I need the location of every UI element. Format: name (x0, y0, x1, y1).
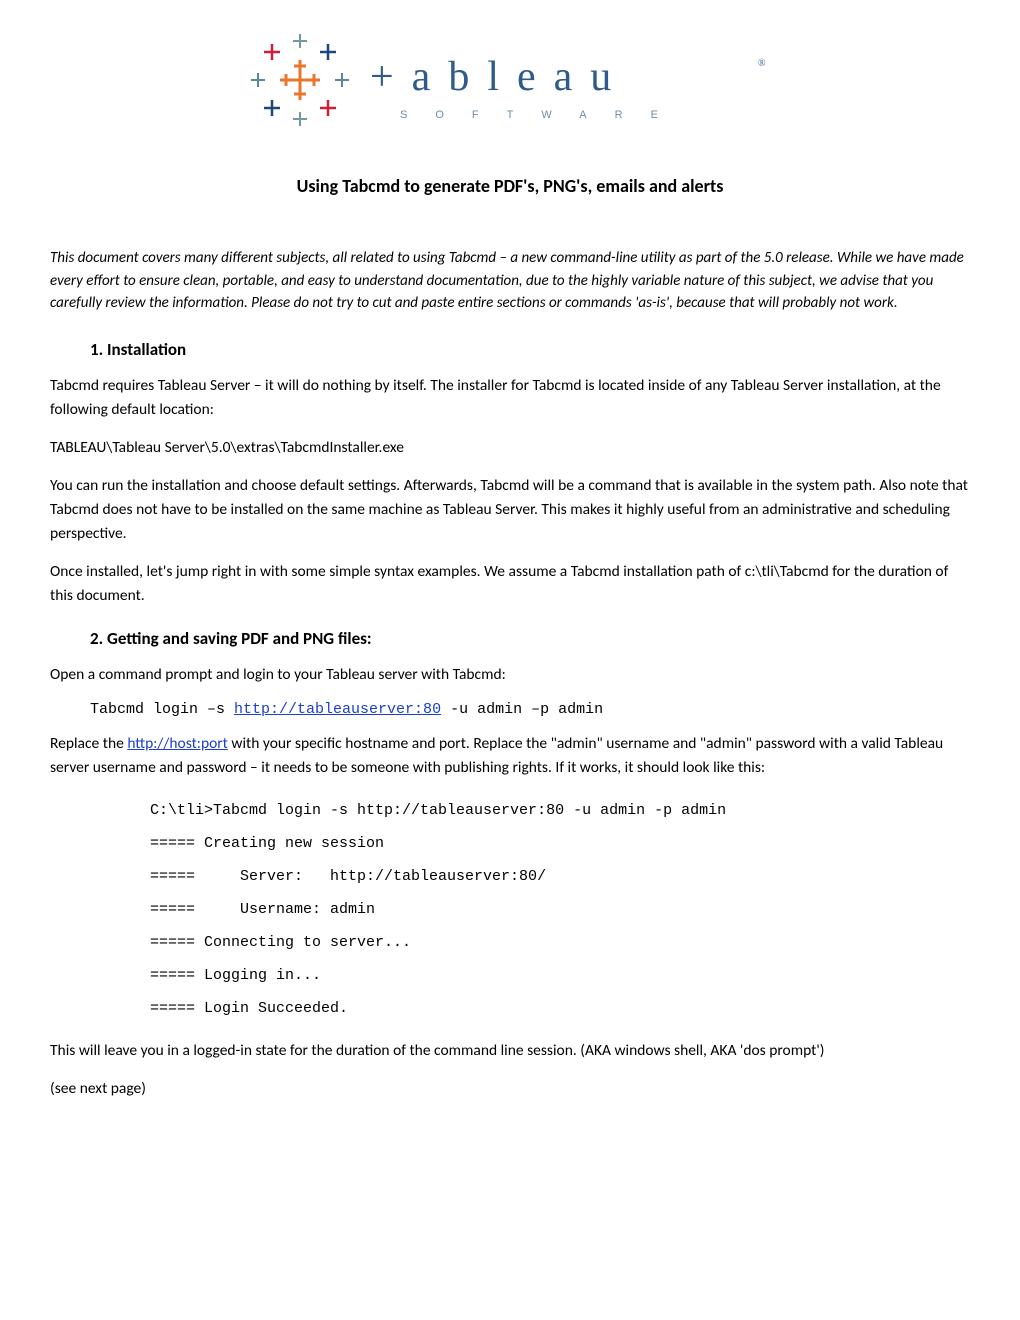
command-text: -u admin –p admin (441, 701, 603, 718)
body-paragraph: Replace the http://host:port with your s… (50, 732, 970, 780)
see-next-page: (see next page) (50, 1077, 970, 1101)
body-paragraph: Once installed, let's jump right in with… (50, 560, 970, 608)
document-page: +ableau ® SOFTWARE Using Tabcmd to gener… (0, 0, 1020, 1165)
body-paragraph: Tabcmd requires Tableau Server – it will… (50, 374, 970, 422)
console-output: C:\tli>Tabcmd login -s http://tableauser… (150, 794, 970, 1025)
logo-subtext: SOFTWARE (400, 109, 686, 121)
server-url-link[interactable]: http://tableauserver:80 (234, 701, 441, 718)
document-title: Using Tabcmd to generate PDF's, PNG's, e… (50, 175, 970, 197)
command-text: Tabcmd login –s (90, 701, 234, 718)
svg-text:®: ® (758, 58, 766, 69)
text-run: Replace the (50, 734, 127, 753)
section-heading-installation: 1. Installation (90, 339, 970, 360)
command-example: Tabcmd login –s http://tableauserver:80 … (90, 701, 970, 718)
installer-path: TABLEAU\Tableau Server\5.0\extras\Tabcmd… (50, 436, 970, 460)
intro-paragraph: This document covers many different subj… (50, 247, 970, 315)
section-heading-pdf-png: 2. Getting and saving PDF and PNG files: (90, 628, 970, 649)
body-paragraph: Open a command prompt and login to your … (50, 663, 970, 687)
body-paragraph: You can run the installation and choose … (50, 474, 970, 546)
host-port-link[interactable]: http://host:port (127, 734, 228, 753)
logo-wordmark: +ableau (370, 54, 629, 100)
body-paragraph: This will leave you in a logged-in state… (50, 1039, 970, 1063)
tableau-logo: +ableau ® SOFTWARE (250, 30, 770, 130)
logo-container: +ableau ® SOFTWARE (50, 30, 970, 135)
